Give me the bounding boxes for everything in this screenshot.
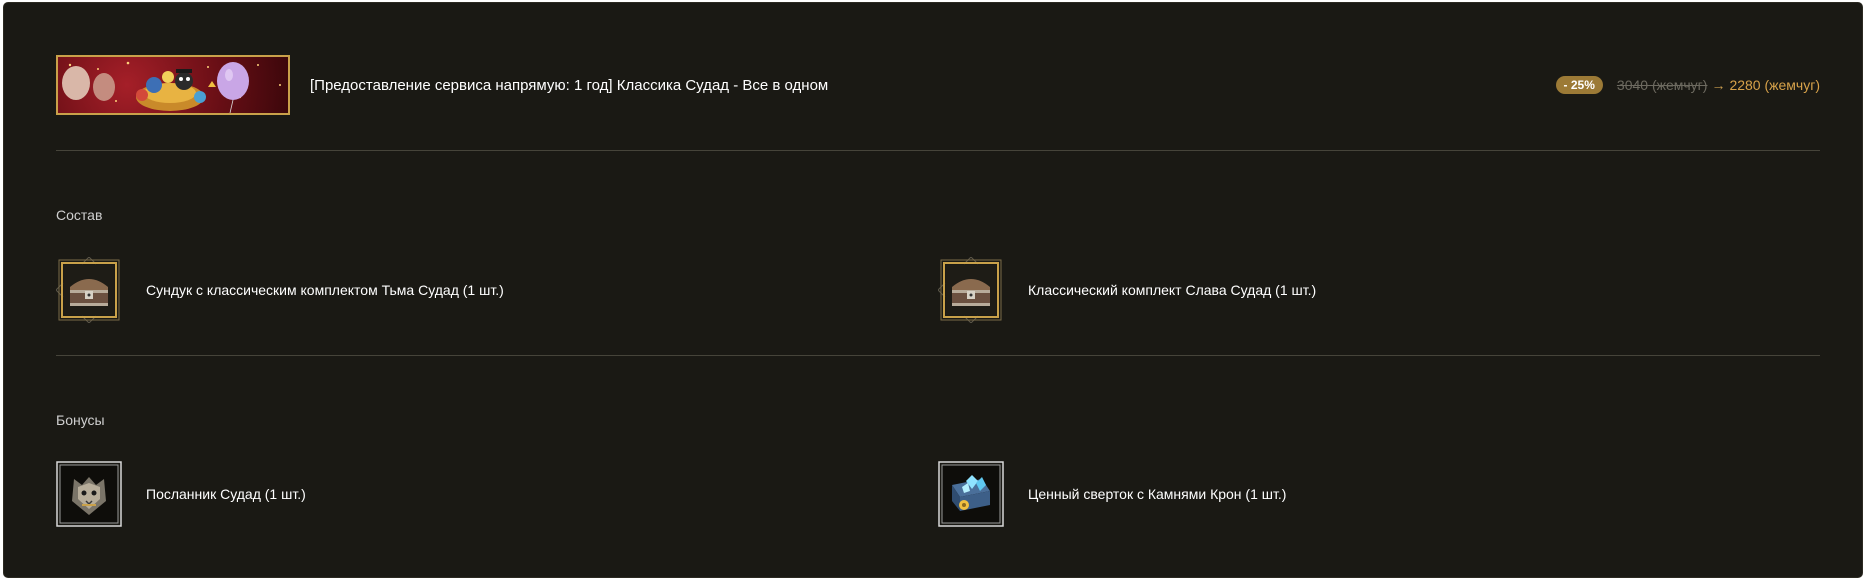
bonus-item[interactable]: Посланник Судад (1 шт.) <box>56 461 306 527</box>
bonus-item[interactable]: Ценный сверток с Камнями Крон (1 шт.) <box>938 461 1286 527</box>
product-banner[interactable] <box>56 55 290 115</box>
treasure-chest-icon <box>937 256 1004 324</box>
crystal-bundle-icon <box>938 461 1004 527</box>
divider <box>56 150 1820 151</box>
section-label-bonuses: Бонусы <box>56 412 105 428</box>
discount-badge: - 25% <box>1555 76 1603 94</box>
item-label: Посланник Судад (1 шт.) <box>146 486 306 502</box>
product-title: [Предоставление сервиса напрямую: 1 год]… <box>310 77 829 94</box>
composition-item[interactable]: Классический комплект Слава Судад (1 шт.… <box>937 256 1317 324</box>
new-price: 2280 (жемчуг) <box>1729 77 1820 93</box>
product-panel: [Предоставление сервиса напрямую: 1 год]… <box>3 2 1863 578</box>
item-label: Сундук с классическим комплектом Тьма Су… <box>146 282 504 298</box>
section-label-composition: Состав <box>56 207 103 223</box>
divider <box>56 355 1820 356</box>
item-label: Ценный сверток с Камнями Крон (1 шт.) <box>1028 486 1287 502</box>
item-label: Классический комплект Слава Судад (1 шт.… <box>1028 282 1317 298</box>
product-header: [Предоставление сервиса напрямую: 1 год]… <box>56 55 1820 121</box>
price-arrow-icon: → <box>1711 77 1726 93</box>
old-price: 3040 (жемчуг) <box>1616 77 1708 93</box>
price-block: - 25% 3040 (жемчуг) → 2280 (жемчуг) <box>1555 76 1820 94</box>
treasure-chest-icon <box>55 256 122 324</box>
beast-messenger-icon <box>56 461 122 527</box>
composition-item[interactable]: Сундук с классическим комплектом Тьма Су… <box>55 256 504 324</box>
party-banner-icon <box>62 61 281 113</box>
